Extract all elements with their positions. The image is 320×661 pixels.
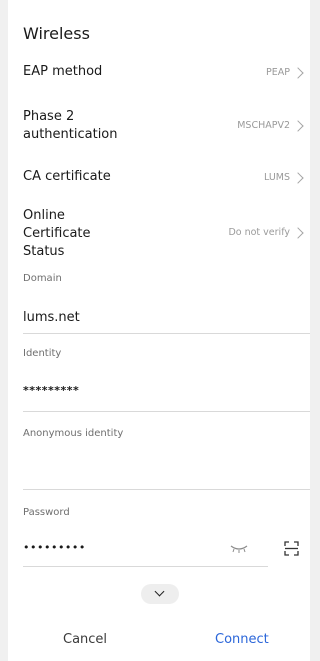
password-input[interactable]: ••••••••• xyxy=(23,541,86,554)
password-label: Password xyxy=(23,507,70,518)
eye-closed-icon[interactable] xyxy=(230,545,248,553)
connect-button[interactable]: Connect xyxy=(215,632,269,647)
dialog-title: Wireless xyxy=(23,24,90,43)
anonymous-identity-input[interactable] xyxy=(23,460,310,480)
ca-certificate-value: LUMS xyxy=(264,172,290,183)
identity-label: Identity xyxy=(23,348,62,359)
ca-certificate-row[interactable]: CA certificate LUMS xyxy=(23,168,304,188)
phase2-auth-row[interactable]: Phase 2 authentication MSCHAPV2 xyxy=(23,108,304,144)
expand-more-button[interactable] xyxy=(141,584,179,604)
phase2-auth-label: Phase 2 authentication xyxy=(23,109,118,142)
identity-underline xyxy=(23,411,310,412)
anonymous-identity-underline xyxy=(23,489,310,490)
anonymous-identity-label: Anonymous identity xyxy=(23,428,124,439)
online-cert-status-label: Online Certificate Status xyxy=(23,208,91,259)
chevron-right-icon xyxy=(292,120,304,132)
domain-underline xyxy=(23,333,310,334)
online-cert-status-row[interactable]: Online Certificate Status Do not verify xyxy=(23,207,304,261)
password-underline xyxy=(23,566,268,567)
chevron-right-icon xyxy=(292,227,304,239)
eap-method-value: PEAP xyxy=(266,67,290,78)
online-cert-status-value: Do not verify xyxy=(228,227,290,238)
wifi-config-sheet: Wireless EAP method PEAP Phase 2 authent… xyxy=(8,0,310,661)
chevron-right-icon xyxy=(292,67,304,79)
domain-input[interactable]: lums.net xyxy=(23,310,80,325)
eap-method-row[interactable]: EAP method PEAP xyxy=(23,63,304,83)
cancel-button[interactable]: Cancel xyxy=(63,632,107,647)
domain-label: Domain xyxy=(23,273,62,284)
phase2-auth-value: MSCHAPV2 xyxy=(237,120,290,131)
eap-method-label: EAP method xyxy=(23,64,103,79)
scan-icon[interactable] xyxy=(284,541,299,556)
chevron-right-icon xyxy=(292,172,304,184)
ca-certificate-label: CA certificate xyxy=(23,169,111,184)
chevron-down-icon xyxy=(154,586,165,597)
identity-input[interactable]: ********* xyxy=(23,384,79,397)
